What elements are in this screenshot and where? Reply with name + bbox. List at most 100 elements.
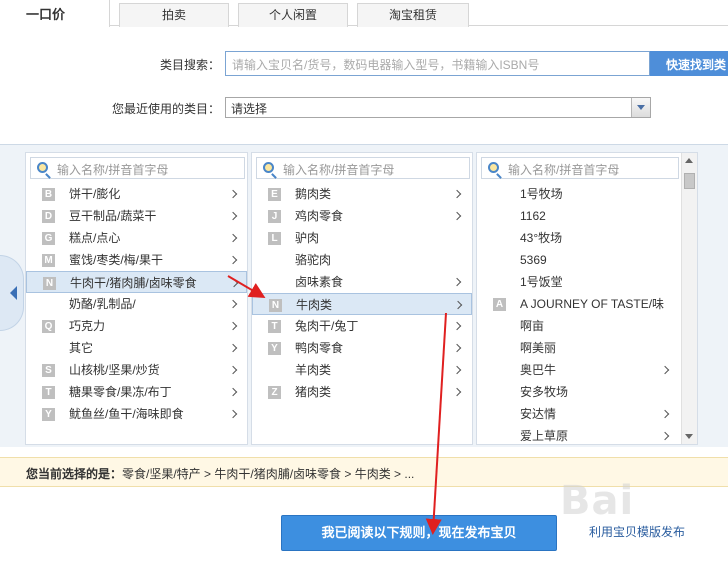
column-scrollbar[interactable] bbox=[681, 153, 697, 444]
category-item-label: 山核桃/坚果/炒货 bbox=[69, 363, 160, 377]
pinyin-letter-badge: T bbox=[42, 386, 55, 399]
category-item-label: 奶酪/乳制品/ bbox=[69, 297, 136, 311]
category-item-label: 5369 bbox=[520, 253, 547, 267]
category-item-label: 安达情 bbox=[520, 407, 557, 421]
column-search-input[interactable]: 输入名称/拼音首字母 bbox=[481, 157, 679, 179]
category-item-label: 糖果零食/果冻/布丁 bbox=[69, 385, 172, 399]
category-item-label: 1162 bbox=[520, 209, 546, 223]
chevron-right-icon bbox=[453, 359, 463, 381]
pinyin-letter-badge: S bbox=[42, 364, 55, 377]
category-item-label: 卤味素食 bbox=[295, 275, 344, 289]
chevron-right-icon bbox=[229, 381, 239, 403]
chevron-right-icon bbox=[453, 315, 463, 337]
chevron-down-icon[interactable] bbox=[631, 98, 650, 117]
category-item[interactable]: L 驴肉 bbox=[252, 227, 472, 249]
category-item[interactable]: 骆驼肉 bbox=[252, 249, 472, 271]
category-item[interactable]: M 蜜饯/枣类/梅/果干 bbox=[26, 249, 247, 271]
category-item[interactable]: 安达情 bbox=[477, 403, 681, 425]
category-item[interactable]: Y 鸭肉零食 bbox=[252, 337, 472, 359]
category-item[interactable]: 卤味素食 bbox=[252, 271, 472, 293]
recent-category-select[interactable]: 请选择 bbox=[225, 97, 651, 118]
category-item-label: 1号饭堂 bbox=[520, 275, 563, 289]
quick-find-button[interactable]: 快速找到类 bbox=[650, 51, 728, 76]
publish-item-button[interactable]: 我已阅读以下规则，现在发布宝贝 bbox=[281, 515, 557, 551]
category-item[interactable]: D 豆干制品/蔬菜干 bbox=[26, 205, 247, 227]
chevron-right-icon bbox=[453, 337, 463, 359]
category-item[interactable]: Z 猪肉类 bbox=[252, 381, 472, 403]
category-item[interactable]: 1162 bbox=[477, 205, 681, 227]
category-item[interactable]: 啊亩 bbox=[477, 315, 681, 337]
category-item[interactable]: 1号牧场 bbox=[477, 183, 681, 205]
tab-personal-idle[interactable]: 个人闲置 bbox=[238, 3, 348, 27]
category-item-label: 猪肉类 bbox=[295, 385, 332, 399]
tab-taobao-rent[interactable]: 淘宝租赁 bbox=[357, 3, 469, 27]
category-item[interactable]: A A JOURNEY OF TASTE/味 bbox=[477, 293, 681, 315]
category-item-label: 鱿鱼丝/鱼干/海味即食 bbox=[69, 407, 184, 421]
category-item[interactable]: B 饼干/膨化 bbox=[26, 183, 247, 205]
search-icon bbox=[488, 162, 499, 173]
pinyin-letter-badge: J bbox=[268, 210, 281, 223]
category-item[interactable]: 安多牧场 bbox=[477, 381, 681, 403]
category-item-selected[interactable]: N 牛肉干/猪肉脯/卤味零食 bbox=[26, 271, 247, 293]
scroll-left-button[interactable] bbox=[0, 255, 24, 331]
category-item[interactable]: T 糖果零食/果冻/布丁 bbox=[26, 381, 247, 403]
category-item[interactable]: Y 鱿鱼丝/鱼干/海味即食 bbox=[26, 403, 247, 425]
tab-bar: 一口价 拍卖 个人闲置 淘宝租赁 bbox=[0, 0, 728, 27]
search-icon bbox=[37, 162, 48, 173]
pinyin-letter-badge: Y bbox=[42, 408, 55, 421]
category-item-label: 啊亩 bbox=[520, 319, 545, 333]
column-search-input[interactable]: 输入名称/拼音首字母 bbox=[256, 157, 470, 179]
column-search-placeholder: 输入名称/拼音首字母 bbox=[508, 163, 620, 177]
category-item-label: 鸭肉零食 bbox=[295, 341, 344, 355]
chevron-right-icon bbox=[229, 315, 239, 337]
category-item[interactable]: 43°牧场 bbox=[477, 227, 681, 249]
category-item[interactable]: T 兔肉干/兔丁 bbox=[252, 315, 472, 337]
pinyin-letter-badge: Q bbox=[42, 320, 55, 333]
chevron-right-icon bbox=[454, 294, 464, 316]
category-item-label: 巧克力 bbox=[69, 319, 106, 333]
category-item[interactable]: 奶酪/乳制品/ bbox=[26, 293, 247, 315]
category-item[interactable]: 5369 bbox=[477, 249, 681, 271]
category-item[interactable]: E 鹅肉类 bbox=[252, 183, 472, 205]
pinyin-letter-badge: G bbox=[42, 232, 55, 245]
category-item[interactable]: S 山核桃/坚果/炒货 bbox=[26, 359, 247, 381]
category-item-label: 豆干制品/蔬菜干 bbox=[69, 209, 157, 223]
category-item[interactable]: 爱上草原 bbox=[477, 425, 681, 444]
recent-category-value: 请选择 bbox=[231, 102, 268, 116]
category-column-level-3: 输入名称/拼音首字母 1号牧场 1162 43°牧场 5369 1号饭堂 A A JOURN… bbox=[476, 152, 698, 445]
category-column-level-1: 输入名称/拼音首字母 B 饼干/膨化 D 豆干制品/蔬菜干 G 糕点/点心 M 蜜饯/枣类/梅… bbox=[25, 152, 248, 445]
chevron-right-icon bbox=[229, 337, 239, 359]
pinyin-letter-badge: N bbox=[43, 277, 56, 290]
tab-fixed-price[interactable]: 一口价 bbox=[0, 0, 110, 27]
category-item[interactable]: 1号饭堂 bbox=[477, 271, 681, 293]
chevron-right-icon bbox=[229, 205, 239, 227]
category-item-label: 羊肉类 bbox=[295, 363, 332, 377]
column-search-input[interactable]: 输入名称/拼音首字母 bbox=[30, 157, 245, 179]
current-selection-path: 零食/坚果/特产 > 牛肉干/猪肉脯/卤味零食 > 牛肉类 > ... bbox=[122, 467, 415, 481]
category-item[interactable]: J 鸡肉零食 bbox=[252, 205, 472, 227]
category-item[interactable]: 其它 bbox=[26, 337, 247, 359]
category-item-label: 牛肉干/猪肉脯/卤味零食 bbox=[70, 276, 197, 290]
chevron-right-icon bbox=[229, 227, 239, 249]
use-template-link[interactable]: 利用宝贝模版发布 bbox=[589, 523, 685, 540]
category-item[interactable]: 奥巴牛 bbox=[477, 359, 681, 381]
scroll-up-icon[interactable] bbox=[685, 158, 693, 163]
scroll-down-icon[interactable] bbox=[685, 434, 693, 439]
category-search-input[interactable]: 请输入宝贝名/货号，数码电器输入型号，书籍输入ISBN号 bbox=[225, 51, 650, 76]
pinyin-letter-badge: Y bbox=[268, 342, 281, 355]
chevron-right-icon bbox=[661, 359, 671, 381]
scrollbar-thumb[interactable] bbox=[684, 173, 695, 189]
category-item[interactable]: G 糕点/点心 bbox=[26, 227, 247, 249]
pinyin-letter-badge: Z bbox=[268, 386, 281, 399]
chevron-right-icon bbox=[661, 425, 671, 444]
category-item-label: 糕点/点心 bbox=[69, 231, 121, 245]
category-item[interactable]: 啊美丽 bbox=[477, 337, 681, 359]
chevron-right-icon bbox=[453, 271, 463, 293]
category-item[interactable]: 羊肉类 bbox=[252, 359, 472, 381]
category-item-label: 1号牧场 bbox=[520, 187, 563, 201]
category-item[interactable]: Q 巧克力 bbox=[26, 315, 247, 337]
chevron-right-icon bbox=[229, 403, 239, 425]
category-item-selected[interactable]: N 牛肉类 bbox=[252, 293, 472, 315]
category-search-label: 类目搜索： bbox=[159, 58, 220, 72]
tab-auction[interactable]: 拍卖 bbox=[119, 3, 229, 27]
